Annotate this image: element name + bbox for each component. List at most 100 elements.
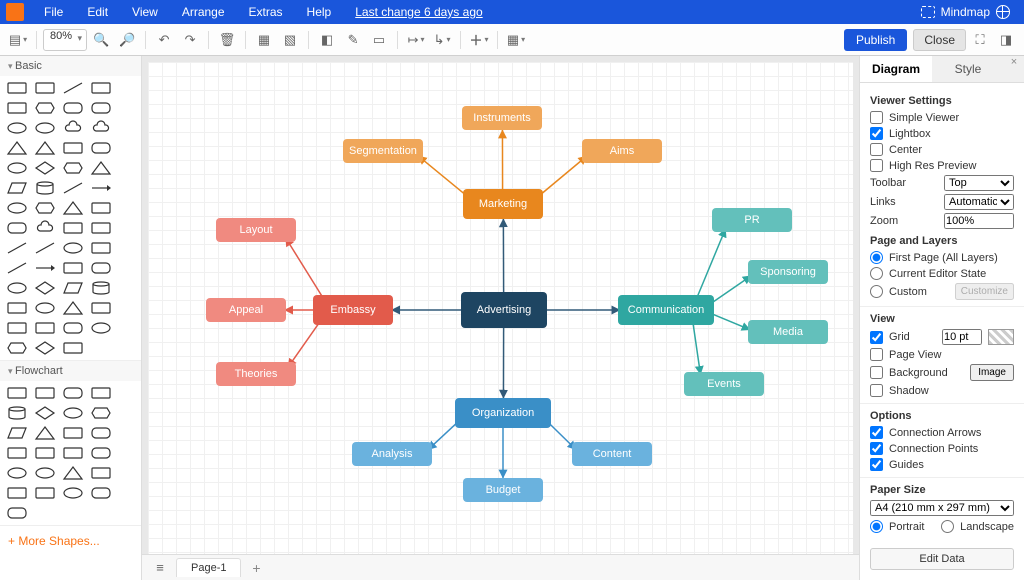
basic-shape-48[interactable] bbox=[6, 320, 28, 336]
lightbox-checkbox[interactable] bbox=[870, 127, 883, 140]
basic-shape-9[interactable] bbox=[34, 120, 56, 136]
paper-size-select[interactable]: A4 (210 mm x 297 mm) bbox=[870, 500, 1014, 516]
add-page-button[interactable]: + bbox=[245, 560, 267, 576]
basic-shape-0[interactable] bbox=[6, 80, 28, 96]
zoom-in-button[interactable]: 🔍 bbox=[89, 28, 113, 52]
flowchart-shape-23[interactable] bbox=[90, 485, 112, 501]
basic-shape-10[interactable] bbox=[62, 120, 84, 136]
flowchart-shape-20[interactable] bbox=[6, 485, 28, 501]
node-marketing[interactable]: Marketing bbox=[463, 189, 543, 219]
basic-shape-46[interactable] bbox=[62, 300, 84, 316]
flowchart-shape-15[interactable] bbox=[90, 445, 112, 461]
basic-shape-19[interactable] bbox=[90, 160, 112, 176]
insert-button[interactable]: ＋ bbox=[467, 28, 491, 52]
background-checkbox[interactable] bbox=[870, 366, 883, 379]
menu-view[interactable]: View bbox=[122, 0, 168, 24]
basic-shape-36[interactable] bbox=[6, 260, 28, 276]
node-content[interactable]: Content bbox=[572, 442, 652, 466]
node-events[interactable]: Events bbox=[684, 372, 764, 396]
node-aims[interactable]: Aims bbox=[582, 139, 662, 163]
panel-close-button[interactable]: × bbox=[1004, 56, 1024, 82]
basic-shape-3[interactable] bbox=[90, 80, 112, 96]
basic-shape-53[interactable] bbox=[34, 340, 56, 356]
basic-shape-51[interactable] bbox=[90, 320, 112, 336]
zoom-input[interactable] bbox=[944, 213, 1014, 229]
basic-shape-24[interactable] bbox=[6, 200, 28, 216]
guides-checkbox[interactable] bbox=[870, 458, 883, 471]
menu-arrange[interactable]: Arrange bbox=[172, 0, 235, 24]
menu-file[interactable]: File bbox=[34, 0, 73, 24]
fill-color-button[interactable]: ◧ bbox=[315, 28, 339, 52]
basic-shape-1[interactable] bbox=[34, 80, 56, 96]
basic-shape-42[interactable] bbox=[62, 280, 84, 296]
basic-shape-18[interactable] bbox=[62, 160, 84, 176]
links-select[interactable]: Automatic bbox=[944, 194, 1014, 210]
basic-shape-37[interactable] bbox=[34, 260, 56, 276]
zoom-select[interactable]: 80% bbox=[43, 29, 87, 51]
basic-shape-25[interactable] bbox=[34, 200, 56, 216]
basic-shape-17[interactable] bbox=[34, 160, 56, 176]
select-area-icon[interactable] bbox=[921, 6, 935, 18]
section-flowchart[interactable]: Flowchart bbox=[0, 361, 141, 381]
basic-shape-47[interactable] bbox=[90, 300, 112, 316]
page-menu-button[interactable]: ≡ bbox=[148, 556, 172, 580]
node-appeal[interactable]: Appeal bbox=[206, 298, 286, 322]
center-checkbox[interactable] bbox=[870, 143, 883, 156]
node-advertising[interactable]: Advertising bbox=[461, 292, 547, 328]
node-communication[interactable]: Communication bbox=[618, 295, 714, 325]
basic-shape-8[interactable] bbox=[6, 120, 28, 136]
flowchart-shape-11[interactable] bbox=[90, 425, 112, 441]
node-layout[interactable]: Layout bbox=[216, 218, 296, 242]
toolbar-select[interactable]: Top bbox=[944, 175, 1014, 191]
grid-color-swatch[interactable] bbox=[988, 329, 1014, 345]
redo-button[interactable]: ↷ bbox=[178, 28, 202, 52]
fullscreen-button[interactable]: ⛶ bbox=[968, 28, 992, 52]
node-media[interactable]: Media bbox=[748, 320, 828, 344]
flowchart-shape-24[interactable] bbox=[6, 505, 28, 521]
basic-shape-16[interactable] bbox=[6, 160, 28, 176]
flowchart-shape-6[interactable] bbox=[62, 405, 84, 421]
line-color-button[interactable]: ✎ bbox=[341, 28, 365, 52]
flowchart-shape-0[interactable] bbox=[6, 385, 28, 401]
node-segmentation[interactable]: Segmentation bbox=[343, 139, 423, 163]
basic-shape-32[interactable] bbox=[6, 240, 28, 256]
basic-shape-43[interactable] bbox=[90, 280, 112, 296]
basic-shape-4[interactable] bbox=[6, 100, 28, 116]
undo-button[interactable]: ↶ bbox=[152, 28, 176, 52]
flowchart-shape-14[interactable] bbox=[62, 445, 84, 461]
basic-shape-13[interactable] bbox=[34, 140, 56, 156]
tab-style[interactable]: Style bbox=[932, 56, 1004, 82]
basic-shape-52[interactable] bbox=[6, 340, 28, 356]
basic-shape-31[interactable] bbox=[90, 220, 112, 236]
flowchart-shape-1[interactable] bbox=[34, 385, 56, 401]
image-button[interactable]: Image bbox=[970, 364, 1014, 381]
basic-shape-38[interactable] bbox=[62, 260, 84, 276]
basic-shape-50[interactable] bbox=[62, 320, 84, 336]
node-sponsoring[interactable]: Sponsoring bbox=[748, 260, 828, 284]
shadow-checkbox[interactable] bbox=[870, 384, 883, 397]
node-pr[interactable]: PR bbox=[712, 208, 792, 232]
menu-help[interactable]: Help bbox=[297, 0, 342, 24]
basic-shape-22[interactable] bbox=[62, 180, 84, 196]
flowchart-shape-10[interactable] bbox=[62, 425, 84, 441]
landscape-radio[interactable] bbox=[941, 520, 954, 533]
basic-shape-14[interactable] bbox=[62, 140, 84, 156]
flowchart-shape-3[interactable] bbox=[90, 385, 112, 401]
flowchart-shape-13[interactable] bbox=[34, 445, 56, 461]
basic-shape-29[interactable] bbox=[34, 220, 56, 236]
connection-button[interactable]: ↦ bbox=[404, 28, 428, 52]
flowchart-shape-9[interactable] bbox=[34, 425, 56, 441]
node-theories[interactable]: Theories bbox=[216, 362, 296, 386]
globe-icon[interactable] bbox=[996, 5, 1010, 19]
delete-button[interactable]: 🗑 bbox=[215, 28, 239, 52]
canvas[interactable]: AdvertisingMarketingEmbassyOrganizationC… bbox=[148, 62, 853, 554]
basic-shape-41[interactable] bbox=[34, 280, 56, 296]
basic-shape-33[interactable] bbox=[34, 240, 56, 256]
zoom-out-button[interactable]: 🔎 bbox=[115, 28, 139, 52]
basic-shape-15[interactable] bbox=[90, 140, 112, 156]
flowchart-shape-19[interactable] bbox=[90, 465, 112, 481]
menu-extras[interactable]: Extras bbox=[239, 0, 293, 24]
current-editor-radio[interactable] bbox=[870, 267, 883, 280]
to-front-button[interactable]: ▦ bbox=[252, 28, 276, 52]
basic-shape-49[interactable] bbox=[34, 320, 56, 336]
